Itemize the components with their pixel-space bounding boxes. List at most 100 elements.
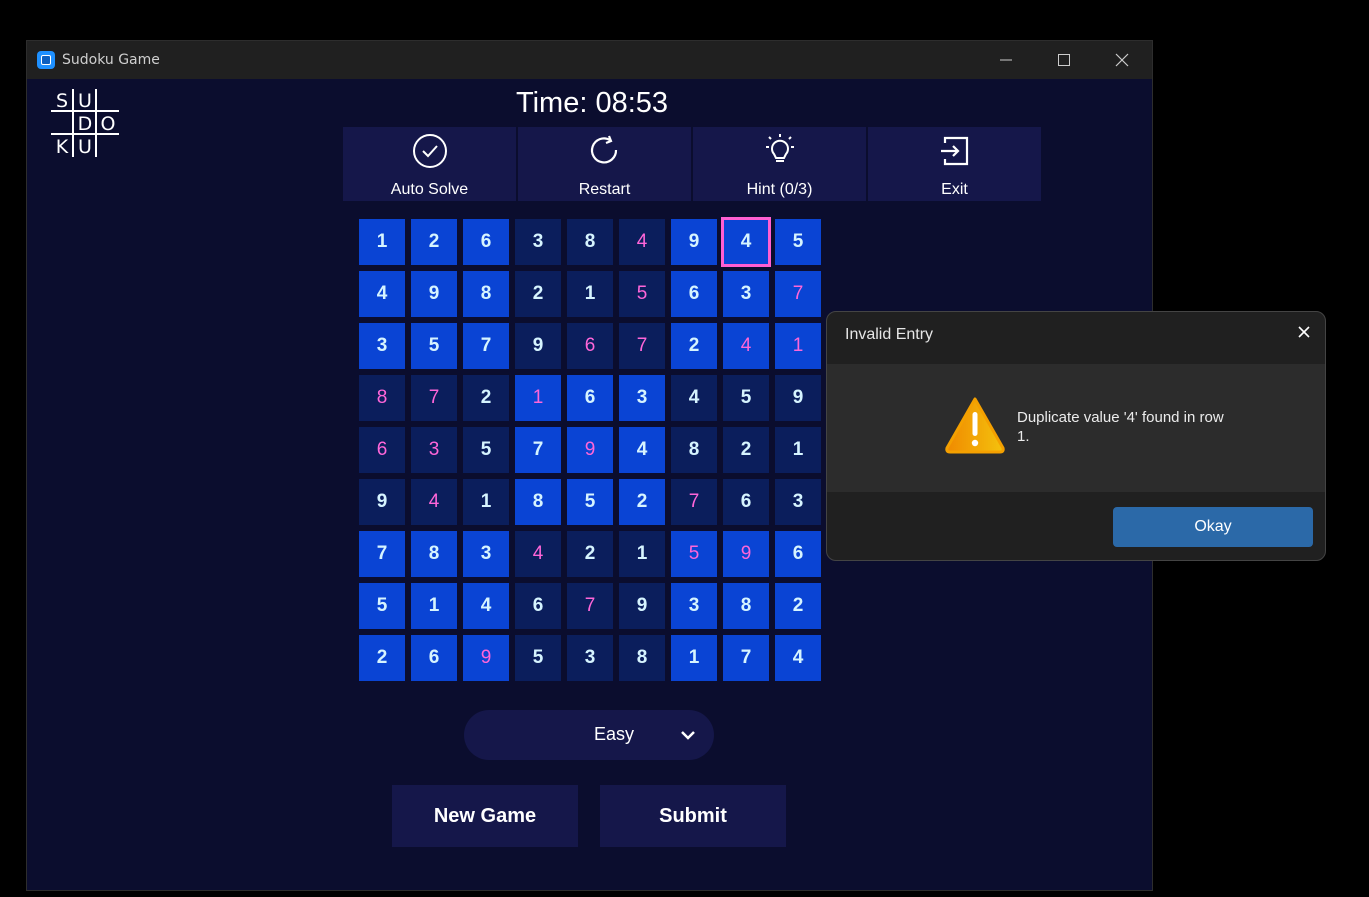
sudoku-cell-r6c7[interactable]: 7 [671, 479, 717, 525]
sudoku-cell-r8c4[interactable]: 6 [515, 583, 561, 629]
sudoku-cell-r9c3[interactable]: 9 [463, 635, 509, 681]
sudoku-cell-r2c7[interactable]: 6 [671, 271, 717, 317]
sudoku-cell-r3c1[interactable]: 3 [359, 323, 405, 369]
sudoku-cell-r5c5[interactable]: 9 [567, 427, 613, 473]
sudoku-cell-r8c2[interactable]: 1 [411, 583, 457, 629]
sudoku-cell-r9c5[interactable]: 3 [567, 635, 613, 681]
exit-button[interactable]: Exit [868, 127, 1041, 201]
sudoku-cell-r1c3[interactable]: 6 [463, 219, 509, 265]
sudoku-cell-r5c4[interactable]: 7 [515, 427, 561, 473]
sudoku-cell-r2c8[interactable]: 3 [723, 271, 769, 317]
logo-letter-4: O [101, 113, 116, 135]
sudoku-cell-r6c1[interactable]: 9 [359, 479, 405, 525]
logo-letter-1: S [56, 90, 68, 112]
sudoku-cell-r8c1[interactable]: 5 [359, 583, 405, 629]
sudoku-cell-r3c7[interactable]: 2 [671, 323, 717, 369]
sudoku-cell-r5c3[interactable]: 5 [463, 427, 509, 473]
sudoku-cell-r7c6[interactable]: 1 [619, 531, 665, 577]
sudoku-cell-r4c1[interactable]: 8 [359, 375, 405, 421]
sudoku-cell-r7c7[interactable]: 5 [671, 531, 717, 577]
sudoku-cell-r4c7[interactable]: 4 [671, 375, 717, 421]
sudoku-cell-r7c5[interactable]: 2 [567, 531, 613, 577]
sudoku-cell-r3c3[interactable]: 7 [463, 323, 509, 369]
sudoku-cell-r5c9[interactable]: 1 [775, 427, 821, 473]
sudoku-cell-r6c6[interactable]: 2 [619, 479, 665, 525]
sudoku-cell-r6c9[interactable]: 3 [775, 479, 821, 525]
sudoku-cell-r6c8[interactable]: 6 [723, 479, 769, 525]
sudoku-cell-r8c8[interactable]: 8 [723, 583, 769, 629]
sudoku-cell-r3c6[interactable]: 7 [619, 323, 665, 369]
restart-button[interactable]: Restart [518, 127, 691, 201]
sudoku-cell-r4c6[interactable]: 3 [619, 375, 665, 421]
sudoku-board: 1263849454982156373579672418721634596357… [359, 217, 821, 681]
sudoku-cell-r8c6[interactable]: 9 [619, 583, 665, 629]
sudoku-cell-r8c3[interactable]: 4 [463, 583, 509, 629]
sudoku-cell-r1c2[interactable]: 2 [411, 219, 457, 265]
sudoku-cell-r9c4[interactable]: 5 [515, 635, 561, 681]
sudoku-cell-r1c1[interactable]: 1 [359, 219, 405, 265]
sudoku-cell-r5c8[interactable]: 2 [723, 427, 769, 473]
sudoku-cell-r6c5[interactable]: 5 [567, 479, 613, 525]
sudoku-cell-r1c9[interactable]: 5 [775, 219, 821, 265]
sudoku-cell-r4c3[interactable]: 2 [463, 375, 509, 421]
sudoku-cell-r8c5[interactable]: 7 [567, 583, 613, 629]
sudoku-cell-r9c8[interactable]: 7 [723, 635, 769, 681]
hint-button[interactable]: Hint (0/3) [693, 127, 866, 201]
auto-solve-button[interactable]: Auto Solve [343, 127, 516, 201]
sudoku-cell-r1c8[interactable]: 4 [721, 217, 771, 267]
sudoku-cell-r6c3[interactable]: 1 [463, 479, 509, 525]
sudoku-cell-r1c6[interactable]: 4 [619, 219, 665, 265]
sudoku-cell-r5c2[interactable]: 3 [411, 427, 457, 473]
sudoku-cell-r3c5[interactable]: 6 [567, 323, 613, 369]
sudoku-cell-r6c4[interactable]: 8 [515, 479, 561, 525]
new-game-button[interactable]: New Game [392, 785, 578, 847]
sudoku-cell-r2c4[interactable]: 2 [515, 271, 561, 317]
sudoku-cell-r9c6[interactable]: 8 [619, 635, 665, 681]
sudoku-cell-r1c7[interactable]: 9 [671, 219, 717, 265]
sudoku-cell-r9c2[interactable]: 6 [411, 635, 457, 681]
sudoku-cell-r9c1[interactable]: 2 [359, 635, 405, 681]
sudoku-cell-r1c5[interactable]: 8 [567, 219, 613, 265]
sudoku-cell-r7c3[interactable]: 3 [463, 531, 509, 577]
sudoku-cell-r3c9[interactable]: 1 [775, 323, 821, 369]
sudoku-cell-r5c6[interactable]: 4 [619, 427, 665, 473]
close-window-button[interactable] [1093, 41, 1151, 79]
sudoku-cell-r3c4[interactable]: 9 [515, 323, 561, 369]
okay-button[interactable]: Okay [1113, 507, 1313, 547]
sudoku-cell-r2c3[interactable]: 8 [463, 271, 509, 317]
sudoku-cell-r8c7[interactable]: 3 [671, 583, 717, 629]
sudoku-cell-r7c2[interactable]: 8 [411, 531, 457, 577]
sudoku-cell-r2c2[interactable]: 9 [411, 271, 457, 317]
sudoku-cell-r4c9[interactable]: 9 [775, 375, 821, 421]
sudoku-cell-r2c9[interactable]: 7 [775, 271, 821, 317]
toolbar: Auto Solve Restart Hint (0/3) Exit [343, 127, 1041, 201]
maximize-button[interactable] [1035, 41, 1093, 79]
sudoku-cell-r7c9[interactable]: 6 [775, 531, 821, 577]
difficulty-value: Easy [593, 724, 634, 744]
sudoku-cell-r5c1[interactable]: 6 [359, 427, 405, 473]
sudoku-cell-r4c5[interactable]: 6 [567, 375, 613, 421]
sudoku-cell-r3c2[interactable]: 5 [411, 323, 457, 369]
sudoku-cell-r1c4[interactable]: 3 [515, 219, 561, 265]
sudoku-cell-r2c6[interactable]: 5 [619, 271, 665, 317]
sudoku-cell-r2c1[interactable]: 4 [359, 271, 405, 317]
sudoku-cell-r7c8[interactable]: 9 [723, 531, 769, 577]
minimize-button[interactable] [977, 41, 1035, 79]
sudoku-cell-r4c2[interactable]: 7 [411, 375, 457, 421]
sudoku-cell-r9c9[interactable]: 4 [775, 635, 821, 681]
sudoku-cell-r7c1[interactable]: 7 [359, 531, 405, 577]
difficulty-dropdown[interactable]: Easy [464, 710, 714, 760]
title-bar[interactable]: Sudoku Game [27, 41, 1152, 79]
sudoku-cell-r3c8[interactable]: 4 [723, 323, 769, 369]
sudoku-cell-r8c9[interactable]: 2 [775, 583, 821, 629]
submit-button[interactable]: Submit [600, 785, 786, 847]
dialog-close-icon[interactable] [1297, 325, 1311, 339]
maximize-icon [1058, 54, 1070, 66]
sudoku-cell-r2c5[interactable]: 1 [567, 271, 613, 317]
sudoku-cell-r6c2[interactable]: 4 [411, 479, 457, 525]
sudoku-cell-r4c4[interactable]: 1 [515, 375, 561, 421]
sudoku-cell-r9c7[interactable]: 1 [671, 635, 717, 681]
sudoku-cell-r4c8[interactable]: 5 [723, 375, 769, 421]
sudoku-cell-r7c4[interactable]: 4 [515, 531, 561, 577]
sudoku-cell-r5c7[interactable]: 8 [671, 427, 717, 473]
